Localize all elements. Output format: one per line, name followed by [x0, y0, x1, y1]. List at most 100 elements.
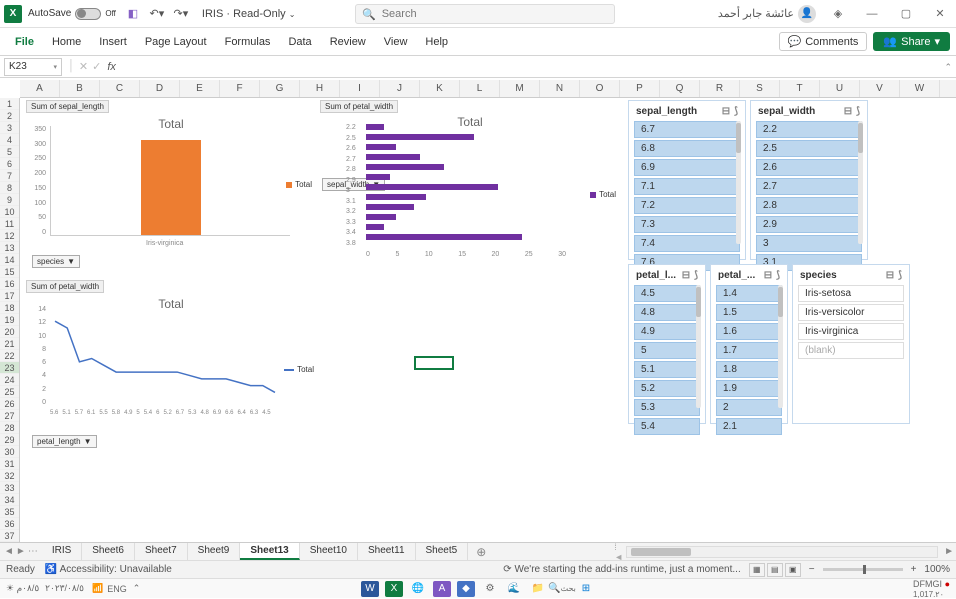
slicer-item[interactable]: 5.2 [634, 380, 700, 397]
row-header[interactable]: 27 [0, 410, 19, 422]
weather-widget[interactable]: ☀ ٠٨/٥م [6, 583, 39, 594]
col-header[interactable]: A [20, 80, 60, 97]
start-icon[interactable]: ⊞ [577, 581, 595, 597]
sheet-tab[interactable]: Sheet11 [358, 543, 416, 560]
row-header[interactable]: 37 [0, 530, 19, 542]
slicer-item[interactable]: 6.8 [634, 140, 740, 157]
enter-icon[interactable]: ✓ [92, 60, 101, 73]
slicer-item[interactable]: 5.4 [634, 418, 700, 435]
col-header[interactable]: W [900, 80, 940, 97]
multiselect-icon[interactable]: ⊟ [844, 106, 852, 117]
row-header[interactable]: 9 [0, 194, 19, 206]
document-title[interactable]: IRIS · Read-Only ⌄ [202, 8, 296, 20]
clear-filter-icon[interactable]: ⟆ [694, 270, 698, 281]
col-header[interactable]: I [340, 80, 380, 97]
slicer-item[interactable]: 7.2 [634, 197, 740, 214]
scrollbar[interactable] [696, 285, 701, 408]
col-header[interactable]: F [220, 80, 260, 97]
col-header[interactable]: N [540, 80, 580, 97]
minimize-button[interactable]: — [860, 2, 884, 26]
zoom-out[interactable]: − [809, 564, 815, 575]
slicer-item[interactable]: 2.8 [756, 197, 862, 214]
tab-home[interactable]: Home [43, 28, 90, 56]
row-header[interactable]: 1 [0, 98, 19, 110]
language-indicator[interactable]: ENG [107, 584, 127, 594]
maximize-button[interactable]: ▢ [894, 2, 918, 26]
species-filter-combo[interactable]: species ▼ [32, 255, 80, 268]
col-header[interactable]: Q [660, 80, 700, 97]
autosave-toggle[interactable]: AutoSave Off [28, 8, 116, 20]
row-header[interactable]: 16 [0, 278, 19, 290]
row-header[interactable]: 14 [0, 254, 19, 266]
multiselect-icon[interactable]: ⊟ [764, 270, 772, 281]
undo-icon[interactable]: ↶▾ [148, 5, 166, 23]
row-header[interactable]: 30 [0, 446, 19, 458]
user-account[interactable]: عائشة جابر أحمد 👤 [718, 5, 816, 23]
chart-sepal-length[interactable]: Sum of sepal_length Total 35030025020015… [26, 100, 316, 270]
sheet-tab[interactable]: Sheet6 [82, 543, 135, 560]
slicer-item[interactable]: 1.4 [716, 285, 782, 302]
row-header[interactable]: 29 [0, 434, 19, 446]
slicer-item[interactable]: 6.9 [634, 159, 740, 176]
tab-review[interactable]: Review [321, 28, 375, 56]
close-button[interactable]: ✕ [928, 2, 952, 26]
wifi-icon[interactable]: 📶 [92, 583, 103, 594]
tab-formulas[interactable]: Formulas [216, 28, 280, 56]
col-header[interactable]: R [700, 80, 740, 97]
slicer-item[interactable]: 1.9 [716, 380, 782, 397]
clear-filter-icon[interactable]: ⟆ [776, 270, 780, 281]
row-header[interactable]: 31 [0, 458, 19, 470]
row-header[interactable]: 32 [0, 470, 19, 482]
slicer-item[interactable]: 2.6 [756, 159, 862, 176]
col-header[interactable]: L [460, 80, 500, 97]
horizontal-scrollbar[interactable] [626, 546, 938, 558]
search-taskbar[interactable]: 🔍 بحث [553, 581, 571, 597]
row-header[interactable]: 19 [0, 314, 19, 326]
row-header[interactable]: 12 [0, 230, 19, 242]
view-page-break[interactable]: ▣ [785, 563, 801, 577]
row-header[interactable]: 4 [0, 134, 19, 146]
tab-file[interactable]: File [6, 28, 43, 56]
sheet-tab[interactable]: Sheet10 [300, 543, 358, 560]
row-header[interactable]: 5 [0, 146, 19, 158]
sheet-tab[interactable]: Sheet9 [188, 543, 241, 560]
slicer-species[interactable]: species⊟⟆ Iris-setosaIris-versicolorIris… [792, 264, 910, 424]
explorer-icon[interactable]: 📁 [529, 581, 547, 597]
comments-button[interactable]: 💬 Comments [779, 32, 868, 51]
row-header[interactable]: 8 [0, 182, 19, 194]
row-header[interactable]: 21 [0, 338, 19, 350]
slicer-item[interactable]: 6.7 [634, 121, 740, 138]
sheet-tab[interactable]: Sheet5 [416, 543, 469, 560]
active-cell[interactable] [414, 356, 454, 370]
zoom-in[interactable]: + [911, 564, 917, 575]
slicer-item[interactable]: 2.7 [756, 178, 862, 195]
slicer-item[interactable]: 5.3 [634, 399, 700, 416]
col-header[interactable]: B [60, 80, 100, 97]
slicer-item[interactable]: 1.5 [716, 304, 782, 321]
redo-icon[interactable]: ↷▾ [172, 5, 190, 23]
multiselect-icon[interactable]: ⊟ [682, 270, 690, 281]
row-header[interactable]: 28 [0, 422, 19, 434]
col-header[interactable]: O [580, 80, 620, 97]
col-header[interactable]: T [780, 80, 820, 97]
sheet-body[interactable]: Sum of sepal_length Total 35030025020015… [20, 98, 956, 542]
col-header[interactable]: H [300, 80, 340, 97]
row-header[interactable]: 35 [0, 506, 19, 518]
row-header[interactable]: 34 [0, 494, 19, 506]
slicer-item[interactable]: 1.8 [716, 361, 782, 378]
clear-filter-icon[interactable]: ⟆ [856, 106, 860, 117]
tab-data[interactable]: Data [279, 28, 320, 56]
word-icon[interactable]: W [361, 581, 379, 597]
row-header[interactable]: 25 [0, 386, 19, 398]
tray-chevron-icon[interactable]: ⌃ [133, 583, 141, 594]
row-header[interactable]: 3 [0, 122, 19, 134]
zoom-slider[interactable] [823, 568, 903, 571]
col-header[interactable]: G [260, 80, 300, 97]
view-normal[interactable]: ▦ [749, 563, 765, 577]
row-header[interactable]: 10 [0, 206, 19, 218]
save-icon[interactable]: ◧ [124, 5, 142, 23]
name-box[interactable]: K23▾ [4, 58, 62, 76]
fx-icon[interactable]: fx [107, 61, 116, 73]
row-header[interactable]: 26 [0, 398, 19, 410]
slicer-item[interactable]: 4.9 [634, 323, 700, 340]
